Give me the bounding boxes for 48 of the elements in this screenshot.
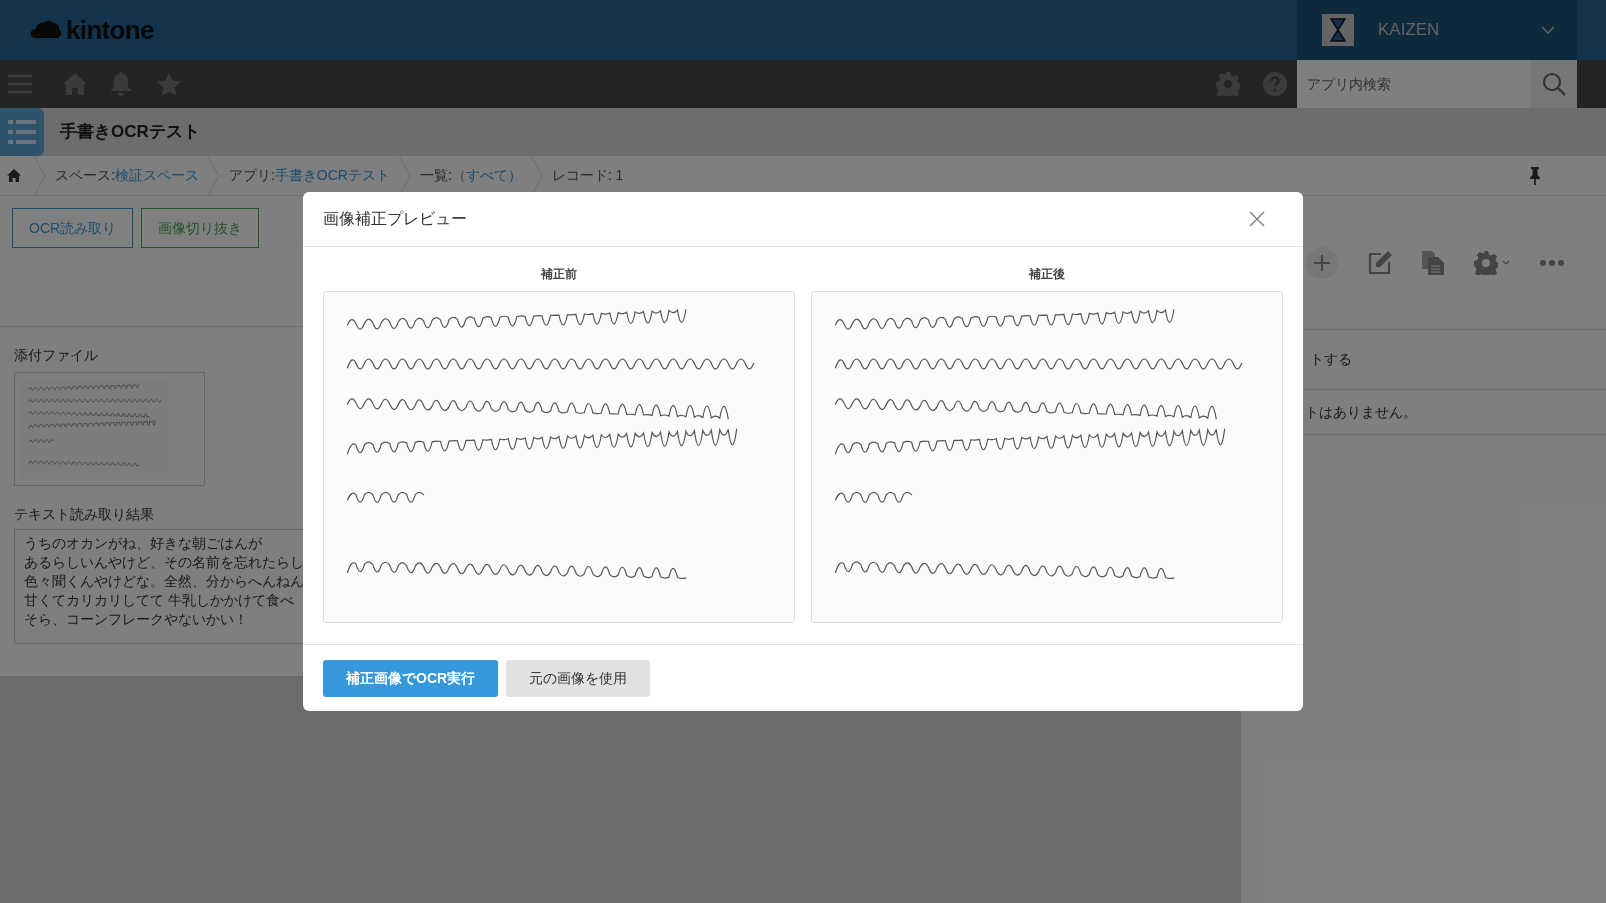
action-button[interactable]: 画像切り抜き xyxy=(141,208,260,248)
field-label: テキスト読み取り結果 xyxy=(14,505,155,524)
breadcrumb-label: アプリ: xyxy=(228,166,275,185)
add-button[interactable] xyxy=(1306,246,1338,279)
use-original-button[interactable]: 元の画像を使用 xyxy=(506,660,651,697)
hourglass-icon xyxy=(1322,14,1354,46)
pin-icon[interactable] xyxy=(1530,166,1540,185)
settings-menu-button[interactable] xyxy=(1474,250,1510,275)
search-icon xyxy=(1541,72,1566,96)
text-line: あるらしいんやけど、その名前を忘れたらし xyxy=(24,553,305,572)
bell-icon[interactable] xyxy=(110,72,132,96)
chevron-down-icon xyxy=(1541,26,1555,34)
app-list-button[interactable] xyxy=(0,108,44,156)
text-line: 色々聞くんやけどな。全然、分からへんねん xyxy=(24,572,305,591)
help-icon[interactable] xyxy=(1263,72,1287,96)
breadcrumb-label: 一覧: xyxy=(419,166,452,185)
settings-icon[interactable] xyxy=(1216,72,1240,96)
close-icon[interactable] xyxy=(1249,211,1265,227)
text-line: そら、コーンフレークやないかい！ xyxy=(24,610,249,629)
attachment-thumbnail[interactable] xyxy=(14,372,205,486)
pane-label: 補正前 xyxy=(541,266,577,283)
breadcrumb-link[interactable]: （すべて） xyxy=(451,165,522,186)
breadcrumb-label[interactable]: レコード: 1 xyxy=(551,165,624,186)
user-menu[interactable]: KAIZEN xyxy=(1297,0,1577,60)
home-icon[interactable] xyxy=(7,169,21,182)
more-icon[interactable] xyxy=(1540,259,1564,266)
edit-icon[interactable] xyxy=(1368,250,1392,275)
run-ocr-button[interactable]: 補正画像でOCR実行 xyxy=(323,660,499,697)
list-icon xyxy=(8,120,36,144)
pane-label: 補正後 xyxy=(1029,266,1065,283)
field-label: 添付ファイル xyxy=(14,346,99,365)
user-name: KAIZEN xyxy=(1378,19,1440,42)
copy-icon[interactable] xyxy=(1422,250,1444,275)
caret-icon xyxy=(1502,260,1510,265)
app-title: 手書きOCRテスト xyxy=(60,121,200,144)
comment-prompt[interactable]: トする xyxy=(1310,349,1352,370)
settings-icon xyxy=(1474,250,1498,275)
breadcrumb-label: スペース: xyxy=(55,166,115,185)
empty-comments-text: トはありません。 xyxy=(1305,402,1417,422)
dialog-title: 画像補正プレビュー xyxy=(323,209,467,229)
text-line: うちのオカンがね、好きな朝ごはんが xyxy=(24,534,263,553)
search-field[interactable]: アプリ内検索 xyxy=(1297,60,1530,108)
action-button[interactable]: OCR読み取り xyxy=(12,208,134,248)
plus-icon xyxy=(1314,254,1330,271)
text-line: 甘くてカリカリしてて 牛乳しかかけて食べ xyxy=(24,591,295,610)
star-icon[interactable] xyxy=(157,72,181,96)
search-button[interactable] xyxy=(1530,60,1577,108)
app-logo[interactable]: kintone xyxy=(66,10,154,50)
